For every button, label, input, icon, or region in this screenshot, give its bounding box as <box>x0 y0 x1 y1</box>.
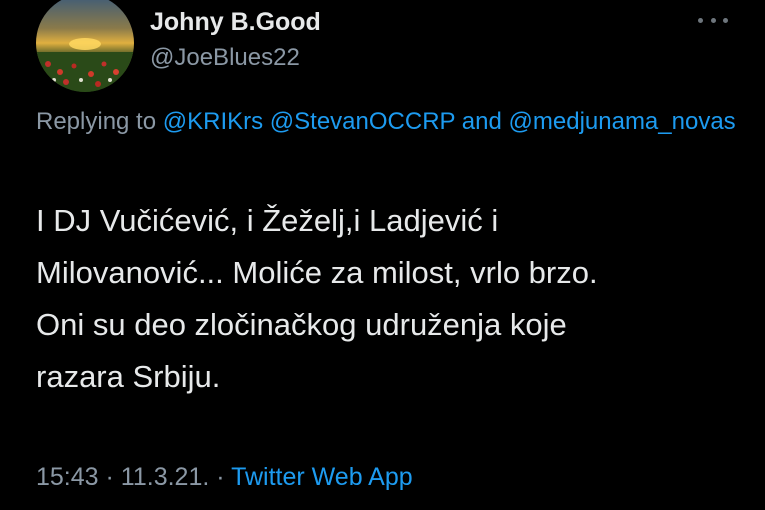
tweet-text-line: Milovanović... Moliće za milost, vrlo br… <box>36 255 598 290</box>
landscape-avatar-icon <box>36 0 134 92</box>
separator: · <box>216 463 225 491</box>
replying-to: Replying to @KRIKrs @StevanOCCRP and @me… <box>36 104 736 140</box>
mention-link[interactable]: @medjunama_novas <box>509 108 736 135</box>
mention-link[interactable]: @StevanOCCRP <box>270 108 455 135</box>
replying-to-label: Replying to <box>36 108 157 135</box>
tweet-text-line: razara Srbiju. <box>36 359 221 394</box>
tweet-metadata: 15:43 · 11.3.21. · Twitter Web App <box>36 463 413 492</box>
source-link[interactable]: Twitter Web App <box>231 463 413 491</box>
tweet-text-line: I DJ Vučićević, i Žeželj,i Ladjević i <box>36 203 499 238</box>
tweet-time[interactable]: 15:43 <box>36 463 99 491</box>
avatar[interactable] <box>36 0 134 92</box>
conjunction-and: and <box>461 108 502 135</box>
user-handle[interactable]: @JoeBlues22 <box>150 44 300 72</box>
more-horizontal-icon[interactable] <box>695 8 731 32</box>
mention-link[interactable]: @KRIKrs <box>163 108 263 135</box>
separator: · <box>105 463 114 491</box>
tweet-date[interactable]: 11.3.21. <box>121 463 210 491</box>
tweet-text: I DJ Vučićević, i Žeželj,i Ladjević i Mi… <box>36 195 756 403</box>
tweet: Johny B.Good @JoeBlues22 Replying to @KR… <box>0 0 765 510</box>
dot <box>698 17 703 23</box>
dot <box>710 17 716 23</box>
display-name[interactable]: Johny B.Good <box>150 8 321 37</box>
dot <box>723 17 728 23</box>
tweet-text-line: Oni su deo zločinačkog udruženja koje <box>36 307 567 342</box>
